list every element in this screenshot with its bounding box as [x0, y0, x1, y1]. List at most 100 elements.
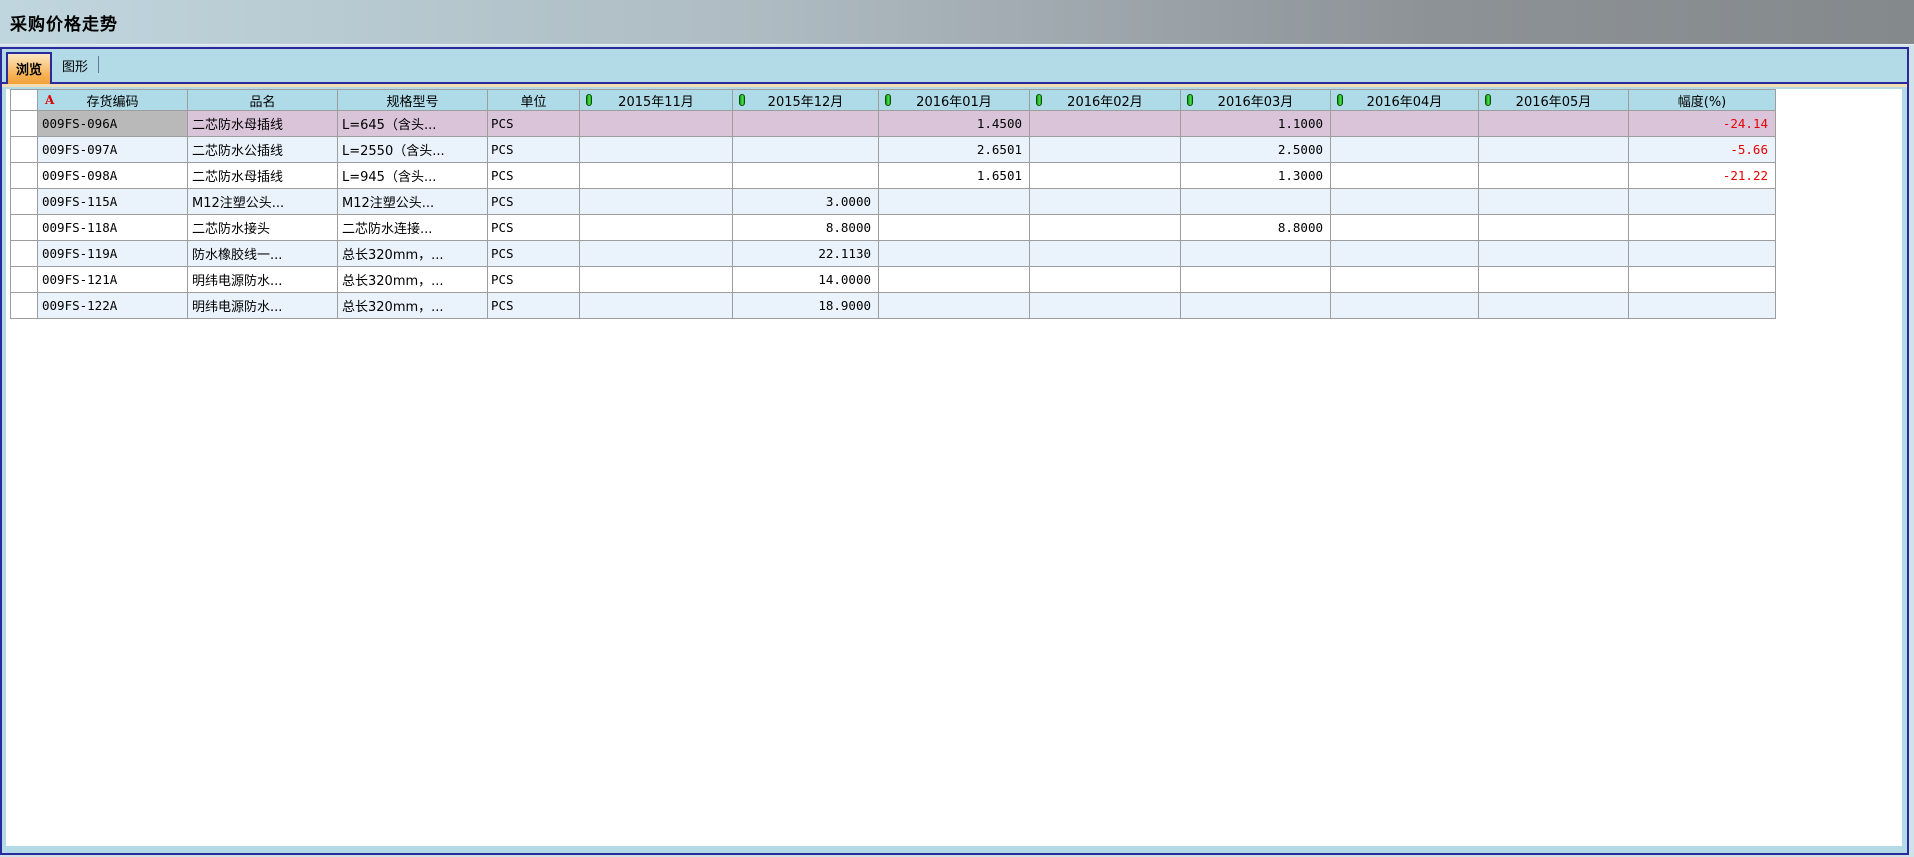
cell-spec[interactable]: L=2550（含头... — [338, 137, 488, 163]
header-row-indicator[interactable] — [11, 90, 38, 111]
table-row[interactable]: 009FS-097A二芯防水公插线L=2550（含头...PCS2.65012.… — [11, 137, 1776, 163]
cell-code[interactable]: 009FS-115A — [38, 189, 188, 215]
cell-month-2[interactable]: 1.6501 — [879, 163, 1030, 189]
column-header-month-201605[interactable]: 2016年05月 — [1479, 90, 1629, 111]
cell-code[interactable]: 009FS-121A — [38, 267, 188, 293]
column-header-month-201603[interactable]: 2016年03月 — [1181, 90, 1331, 111]
cell-spec[interactable]: 总长320mm，... — [338, 241, 488, 267]
column-header-code[interactable]: A 存货编码 — [38, 90, 188, 111]
table-row[interactable]: 009FS-119A防水橡胶线一...总长320mm，...PCS22.1130 — [11, 241, 1776, 267]
cell-month-3[interactable] — [1030, 241, 1181, 267]
cell-month-1[interactable]: 8.8000 — [733, 215, 879, 241]
column-header-name[interactable]: 品名 — [188, 90, 338, 111]
cell-code[interactable]: 009FS-098A — [38, 163, 188, 189]
row-indicator[interactable] — [11, 241, 38, 267]
cell-month-4[interactable] — [1181, 293, 1331, 319]
cell-name[interactable]: 明纬电源防水... — [188, 267, 338, 293]
cell-month-6[interactable] — [1479, 111, 1629, 137]
cell-month-3[interactable] — [1030, 137, 1181, 163]
cell-name[interactable]: M12注塑公头... — [188, 189, 338, 215]
column-header-month-201601[interactable]: 2016年01月 — [879, 90, 1030, 111]
column-header-month-201602[interactable]: 2016年02月 — [1030, 90, 1181, 111]
column-header-month-201511[interactable]: 2015年11月 — [580, 90, 733, 111]
column-header-change[interactable]: 幅度(%) — [1629, 90, 1776, 111]
cell-month-2[interactable]: 1.4500 — [879, 111, 1030, 137]
cell-name[interactable]: 二芯防水母插线 — [188, 111, 338, 137]
cell-unit[interactable]: PCS — [488, 163, 580, 189]
cell-month-4[interactable]: 1.3000 — [1181, 163, 1331, 189]
cell-month-2[interactable] — [879, 267, 1030, 293]
tab-graph[interactable]: 图形 — [54, 51, 96, 82]
cell-change[interactable] — [1629, 241, 1776, 267]
cell-unit[interactable]: PCS — [488, 267, 580, 293]
cell-name[interactable]: 二芯防水母插线 — [188, 163, 338, 189]
cell-month-6[interactable] — [1479, 215, 1629, 241]
row-indicator[interactable] — [11, 293, 38, 319]
row-indicator[interactable] — [11, 267, 38, 293]
cell-spec[interactable]: 二芯防水连接... — [338, 215, 488, 241]
cell-month-4[interactable] — [1181, 267, 1331, 293]
cell-month-3[interactable] — [1030, 215, 1181, 241]
cell-month-6[interactable] — [1479, 267, 1629, 293]
cell-month-0[interactable] — [580, 163, 733, 189]
column-header-spec[interactable]: 规格型号 — [338, 90, 488, 111]
cell-month-4[interactable]: 8.8000 — [1181, 215, 1331, 241]
cell-spec[interactable]: L=945（含头... — [338, 163, 488, 189]
cell-code[interactable]: 009FS-118A — [38, 215, 188, 241]
cell-month-2[interactable] — [879, 215, 1030, 241]
cell-month-0[interactable] — [580, 189, 733, 215]
cell-month-0[interactable] — [580, 215, 733, 241]
cell-unit[interactable]: PCS — [488, 215, 580, 241]
cell-month-5[interactable] — [1331, 241, 1479, 267]
cell-name[interactable]: 防水橡胶线一... — [188, 241, 338, 267]
cell-code[interactable]: 009FS-119A — [38, 241, 188, 267]
cell-month-0[interactable] — [580, 137, 733, 163]
table-row[interactable]: 009FS-115AM12注塑公头...M12注塑公头...PCS3.0000 — [11, 189, 1776, 215]
cell-month-1[interactable] — [733, 163, 879, 189]
cell-month-5[interactable] — [1331, 215, 1479, 241]
cell-month-0[interactable] — [580, 293, 733, 319]
cell-month-2[interactable]: 2.6501 — [879, 137, 1030, 163]
cell-month-3[interactable] — [1030, 189, 1181, 215]
cell-month-0[interactable] — [580, 111, 733, 137]
cell-month-5[interactable] — [1331, 267, 1479, 293]
cell-month-1[interactable] — [733, 137, 879, 163]
cell-code[interactable]: 009FS-096A — [38, 111, 188, 137]
row-indicator[interactable] — [11, 215, 38, 241]
cell-month-5[interactable] — [1331, 189, 1479, 215]
table-row[interactable]: 009FS-096A二芯防水母插线L=645（含头...PCS1.45001.1… — [11, 111, 1776, 137]
cell-month-1[interactable] — [733, 111, 879, 137]
cell-spec[interactable]: M12注塑公头... — [338, 189, 488, 215]
cell-month-6[interactable] — [1479, 241, 1629, 267]
cell-change[interactable] — [1629, 215, 1776, 241]
cell-month-3[interactable] — [1030, 111, 1181, 137]
cell-unit[interactable]: PCS — [488, 189, 580, 215]
column-header-unit[interactable]: 单位 — [488, 90, 580, 111]
cell-unit[interactable]: PCS — [488, 241, 580, 267]
cell-change[interactable] — [1629, 189, 1776, 215]
cell-month-6[interactable] — [1479, 137, 1629, 163]
cell-spec[interactable]: L=645（含头... — [338, 111, 488, 137]
cell-change[interactable]: -21.22 — [1629, 163, 1776, 189]
cell-month-0[interactable] — [580, 241, 733, 267]
cell-month-6[interactable] — [1479, 163, 1629, 189]
cell-spec[interactable]: 总长320mm，... — [338, 267, 488, 293]
cell-month-5[interactable] — [1331, 163, 1479, 189]
cell-month-4[interactable]: 1.1000 — [1181, 111, 1331, 137]
cell-spec[interactable]: 总长320mm，... — [338, 293, 488, 319]
column-header-month-201512[interactable]: 2015年12月 — [733, 90, 879, 111]
cell-month-4[interactable]: 2.5000 — [1181, 137, 1331, 163]
cell-unit[interactable]: PCS — [488, 293, 580, 319]
table-row[interactable]: 009FS-121A明纬电源防水...总长320mm，...PCS14.0000 — [11, 267, 1776, 293]
cell-month-2[interactable] — [879, 189, 1030, 215]
table-row[interactable]: 009FS-118A二芯防水接头二芯防水连接...PCS8.80008.8000 — [11, 215, 1776, 241]
cell-code[interactable]: 009FS-097A — [38, 137, 188, 163]
row-indicator[interactable] — [11, 189, 38, 215]
cell-name[interactable]: 二芯防水公插线 — [188, 137, 338, 163]
table-row[interactable]: 009FS-098A二芯防水母插线L=945（含头...PCS 1.6501 1.3… — [11, 163, 1776, 189]
cell-month-3[interactable] — [1030, 163, 1181, 189]
cell-name[interactable]: 明纬电源防水... — [188, 293, 338, 319]
row-indicator[interactable] — [11, 163, 38, 189]
cell-month-5[interactable] — [1331, 137, 1479, 163]
row-indicator[interactable] — [11, 111, 38, 137]
